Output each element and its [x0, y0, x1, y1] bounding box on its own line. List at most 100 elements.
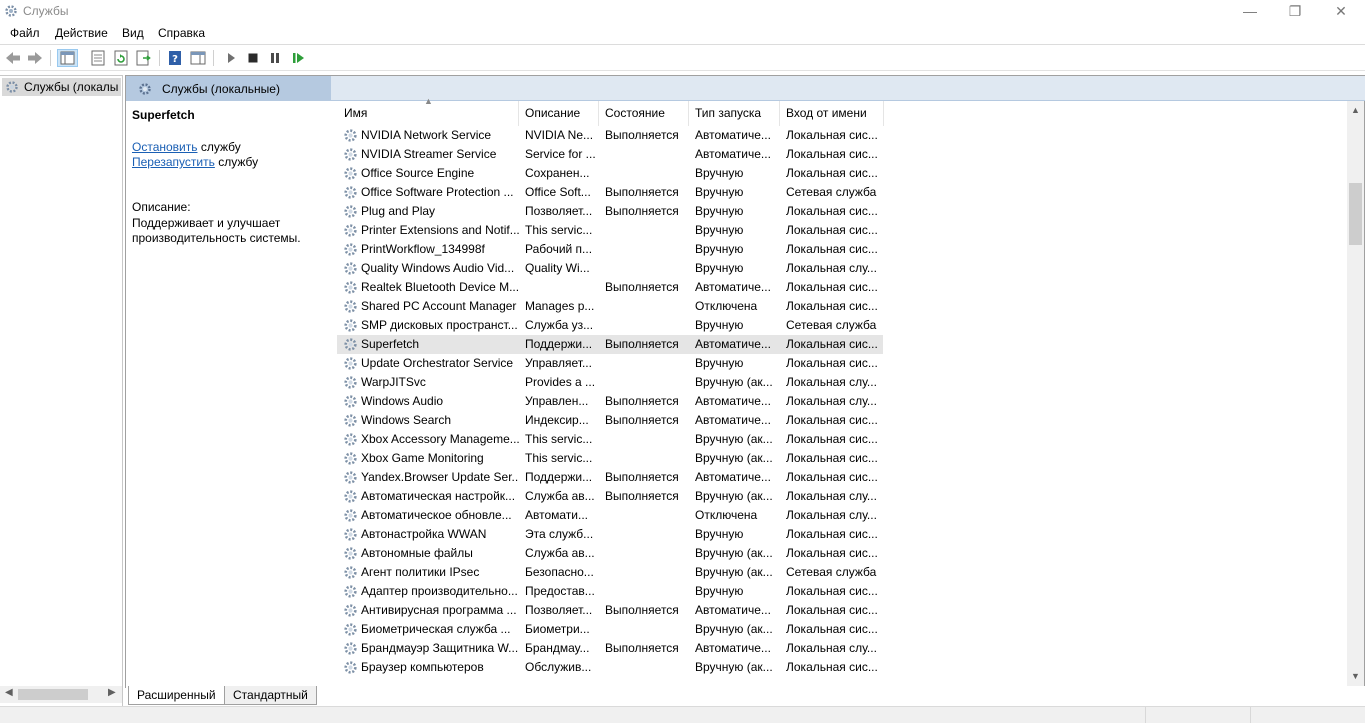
service-logon-as: Локальная сис...	[786, 622, 878, 636]
close-button[interactable]: ✕	[1318, 0, 1364, 22]
service-name: Автонастройка WWAN	[361, 527, 487, 541]
column-header-state[interactable]: Состояние	[599, 101, 689, 126]
service-startup-type: Вручную	[695, 261, 744, 275]
service-name: Агент политики IPsec	[361, 565, 480, 579]
service-row[interactable]: Биометрическая служба ... Биометри... Вруч…	[337, 620, 1347, 639]
service-state: Выполняется	[605, 280, 679, 294]
service-row[interactable]: Автонастройка WWAN Эта служб... Вручную Лок…	[337, 525, 1347, 544]
service-startup-type: Вручную	[695, 242, 744, 256]
stop-service-link[interactable]: Остановить	[132, 140, 198, 154]
toolbar: ?	[0, 46, 1365, 71]
service-row[interactable]: Yandex.Browser Update Ser... Поддержи... В…	[337, 468, 1347, 487]
service-startup-type: Вручную	[695, 223, 744, 237]
scroll-right-icon[interactable]: ▶	[108, 687, 116, 698]
service-row[interactable]: Realtek Bluetooth Device M... Выполняется…	[337, 278, 1347, 297]
service-logon-as: Сетевая служба	[786, 565, 877, 579]
service-description: NVIDIA Ne...	[525, 128, 594, 142]
restore-button[interactable]: ❐	[1272, 0, 1318, 22]
service-row[interactable]: Xbox Accessory Manageme... This servic...…	[337, 430, 1347, 449]
column-header-description[interactable]: Описание	[519, 101, 599, 126]
column-header-name[interactable]: Имя	[338, 101, 519, 126]
toolbar-separator	[50, 50, 51, 66]
menu-action[interactable]: Действие	[55, 26, 108, 40]
service-row[interactable]: Xbox Game Monitoring This servic... Вручну…	[337, 449, 1347, 468]
service-row[interactable]: Superfetch Поддержи... Выполняется Автомати…	[337, 335, 1347, 354]
start-service-icon[interactable]	[222, 49, 240, 67]
service-row[interactable]: Адаптер производительно... Предостав... Вр…	[337, 582, 1347, 601]
service-row[interactable]: Агент политики IPsec Безопасно... Вручную …	[337, 563, 1347, 582]
service-row[interactable]: Windows Search Индексир... Выполняется Авто…	[337, 411, 1347, 430]
service-row[interactable]: Антивирусная программа ... Позволяет... Вы…	[337, 601, 1347, 620]
restart-service-link[interactable]: Перезапустить	[132, 155, 215, 169]
export-list-icon[interactable]	[135, 49, 153, 67]
service-logon-as: Локальная сис...	[786, 527, 878, 541]
tree-item-services-local[interactable]: Службы (локалы	[2, 78, 121, 96]
forward-arrow-icon[interactable]	[26, 49, 44, 67]
service-row[interactable]: NVIDIA Streamer Service Service for ... Ав…	[337, 145, 1347, 164]
minimize-button[interactable]: —	[1227, 0, 1273, 22]
service-state: Выполняется	[605, 413, 679, 427]
refresh-icon[interactable]	[112, 49, 130, 67]
column-header-startup-type[interactable]: Тип запуска	[689, 101, 780, 126]
scroll-left-icon[interactable]: ◀	[5, 687, 13, 698]
scroll-up-icon[interactable]: ▲	[1351, 105, 1360, 115]
menu-help[interactable]: Справка	[158, 26, 205, 40]
console-tree-icon[interactable]	[57, 49, 78, 67]
pause-service-icon[interactable]	[266, 49, 284, 67]
service-row[interactable]: Update Orchestrator Service Управляет... В…	[337, 354, 1347, 373]
service-description: Служба уз...	[525, 318, 594, 332]
service-state: Выполняется	[605, 128, 679, 142]
scroll-down-icon[interactable]: ▼	[1351, 671, 1360, 681]
service-row[interactable]: Брандмауэр Защитника W... Брандмау... Выпо…	[337, 639, 1347, 658]
service-row[interactable]: SMP дисковых пространст... Служба уз... Вр…	[337, 316, 1347, 335]
services-list: NVIDIA Network Service NVIDIA Ne... Выполн…	[337, 126, 1347, 684]
service-description: Предостав...	[525, 584, 595, 598]
service-row[interactable]: Браузер компьютеров Обслужив... Вручную (а…	[337, 658, 1347, 677]
menu-file[interactable]: Файл	[10, 26, 40, 40]
back-arrow-icon[interactable]	[4, 49, 22, 67]
service-row[interactable]: PrintWorkflow_134998f Рабочий п... Вручную…	[337, 240, 1347, 259]
service-logon-as: Локальная слу...	[786, 508, 877, 522]
service-logon-as: Локальная слу...	[786, 261, 877, 275]
restart-service-suffix: службу	[214, 155, 259, 169]
service-row[interactable]: Office Source Engine Сохранен... Вручную Ло…	[337, 164, 1347, 183]
scrollbar-thumb[interactable]	[1349, 183, 1362, 245]
service-logon-as: Локальная сис...	[786, 356, 878, 370]
status-segment	[1145, 707, 1146, 723]
menu-view[interactable]: Вид	[122, 26, 144, 40]
list-vertical-scrollbar[interactable]: ▲ ▼	[1347, 101, 1364, 686]
service-row[interactable]: Office Software Protection ... Office Sof…	[337, 183, 1347, 202]
service-description: Индексир...	[525, 413, 589, 427]
action-pane-icon[interactable]	[189, 49, 207, 67]
service-name: Printer Extensions and Notif...	[361, 223, 519, 237]
service-description: Безопасно...	[525, 565, 594, 579]
service-row[interactable]: Автоматическая настройк... Служба ав... Вы…	[337, 487, 1347, 506]
service-startup-type: Вручную	[695, 204, 744, 218]
service-row[interactable]: Shared PC Account Manager Manages p... Отк…	[337, 297, 1347, 316]
help-icon[interactable]: ?	[166, 49, 184, 67]
restart-service-icon[interactable]	[289, 49, 307, 67]
service-name: PrintWorkflow_134998f	[361, 242, 485, 256]
window-title: Службы	[23, 4, 69, 18]
service-state: Выполняется	[605, 470, 679, 484]
service-startup-type: Автоматиче...	[695, 280, 771, 294]
service-row[interactable]: WarpJITSvc Provides a ... Вручную (ак... Ло…	[337, 373, 1347, 392]
tree-horizontal-scrollbar[interactable]: ◀ ▶	[0, 686, 122, 703]
tab-standard[interactable]: Стандартный	[224, 686, 317, 705]
service-row[interactable]: Printer Extensions and Notif... This serv…	[337, 221, 1347, 240]
service-startup-type: Вручную	[695, 584, 744, 598]
scrollbar-thumb[interactable]	[18, 689, 88, 700]
service-startup-type: Вручную (ак...	[695, 622, 773, 636]
properties-icon[interactable]	[89, 49, 107, 67]
service-row[interactable]: NVIDIA Network Service NVIDIA Ne... Выполн…	[337, 126, 1347, 145]
column-header-logon-as[interactable]: Вход от имени	[780, 101, 884, 126]
stop-service-icon[interactable]	[244, 49, 262, 67]
tab-extended[interactable]: Расширенный	[128, 686, 225, 705]
service-row[interactable]: Windows Audio Управлен... Выполняется Автом…	[337, 392, 1347, 411]
service-row[interactable]: Автономные файлы Служба ав... Вручную (ак.…	[337, 544, 1347, 563]
service-row[interactable]: Plug and Play Позволяет... Выполняется Вруч…	[337, 202, 1347, 221]
service-row[interactable]: Автоматическое обновле... Автомати... Откл…	[337, 506, 1347, 525]
service-row[interactable]: Quality Windows Audio Vid... Quality Wi..…	[337, 259, 1347, 278]
service-logon-as: Локальная слу...	[786, 394, 877, 408]
toolbar-separator	[159, 50, 160, 66]
